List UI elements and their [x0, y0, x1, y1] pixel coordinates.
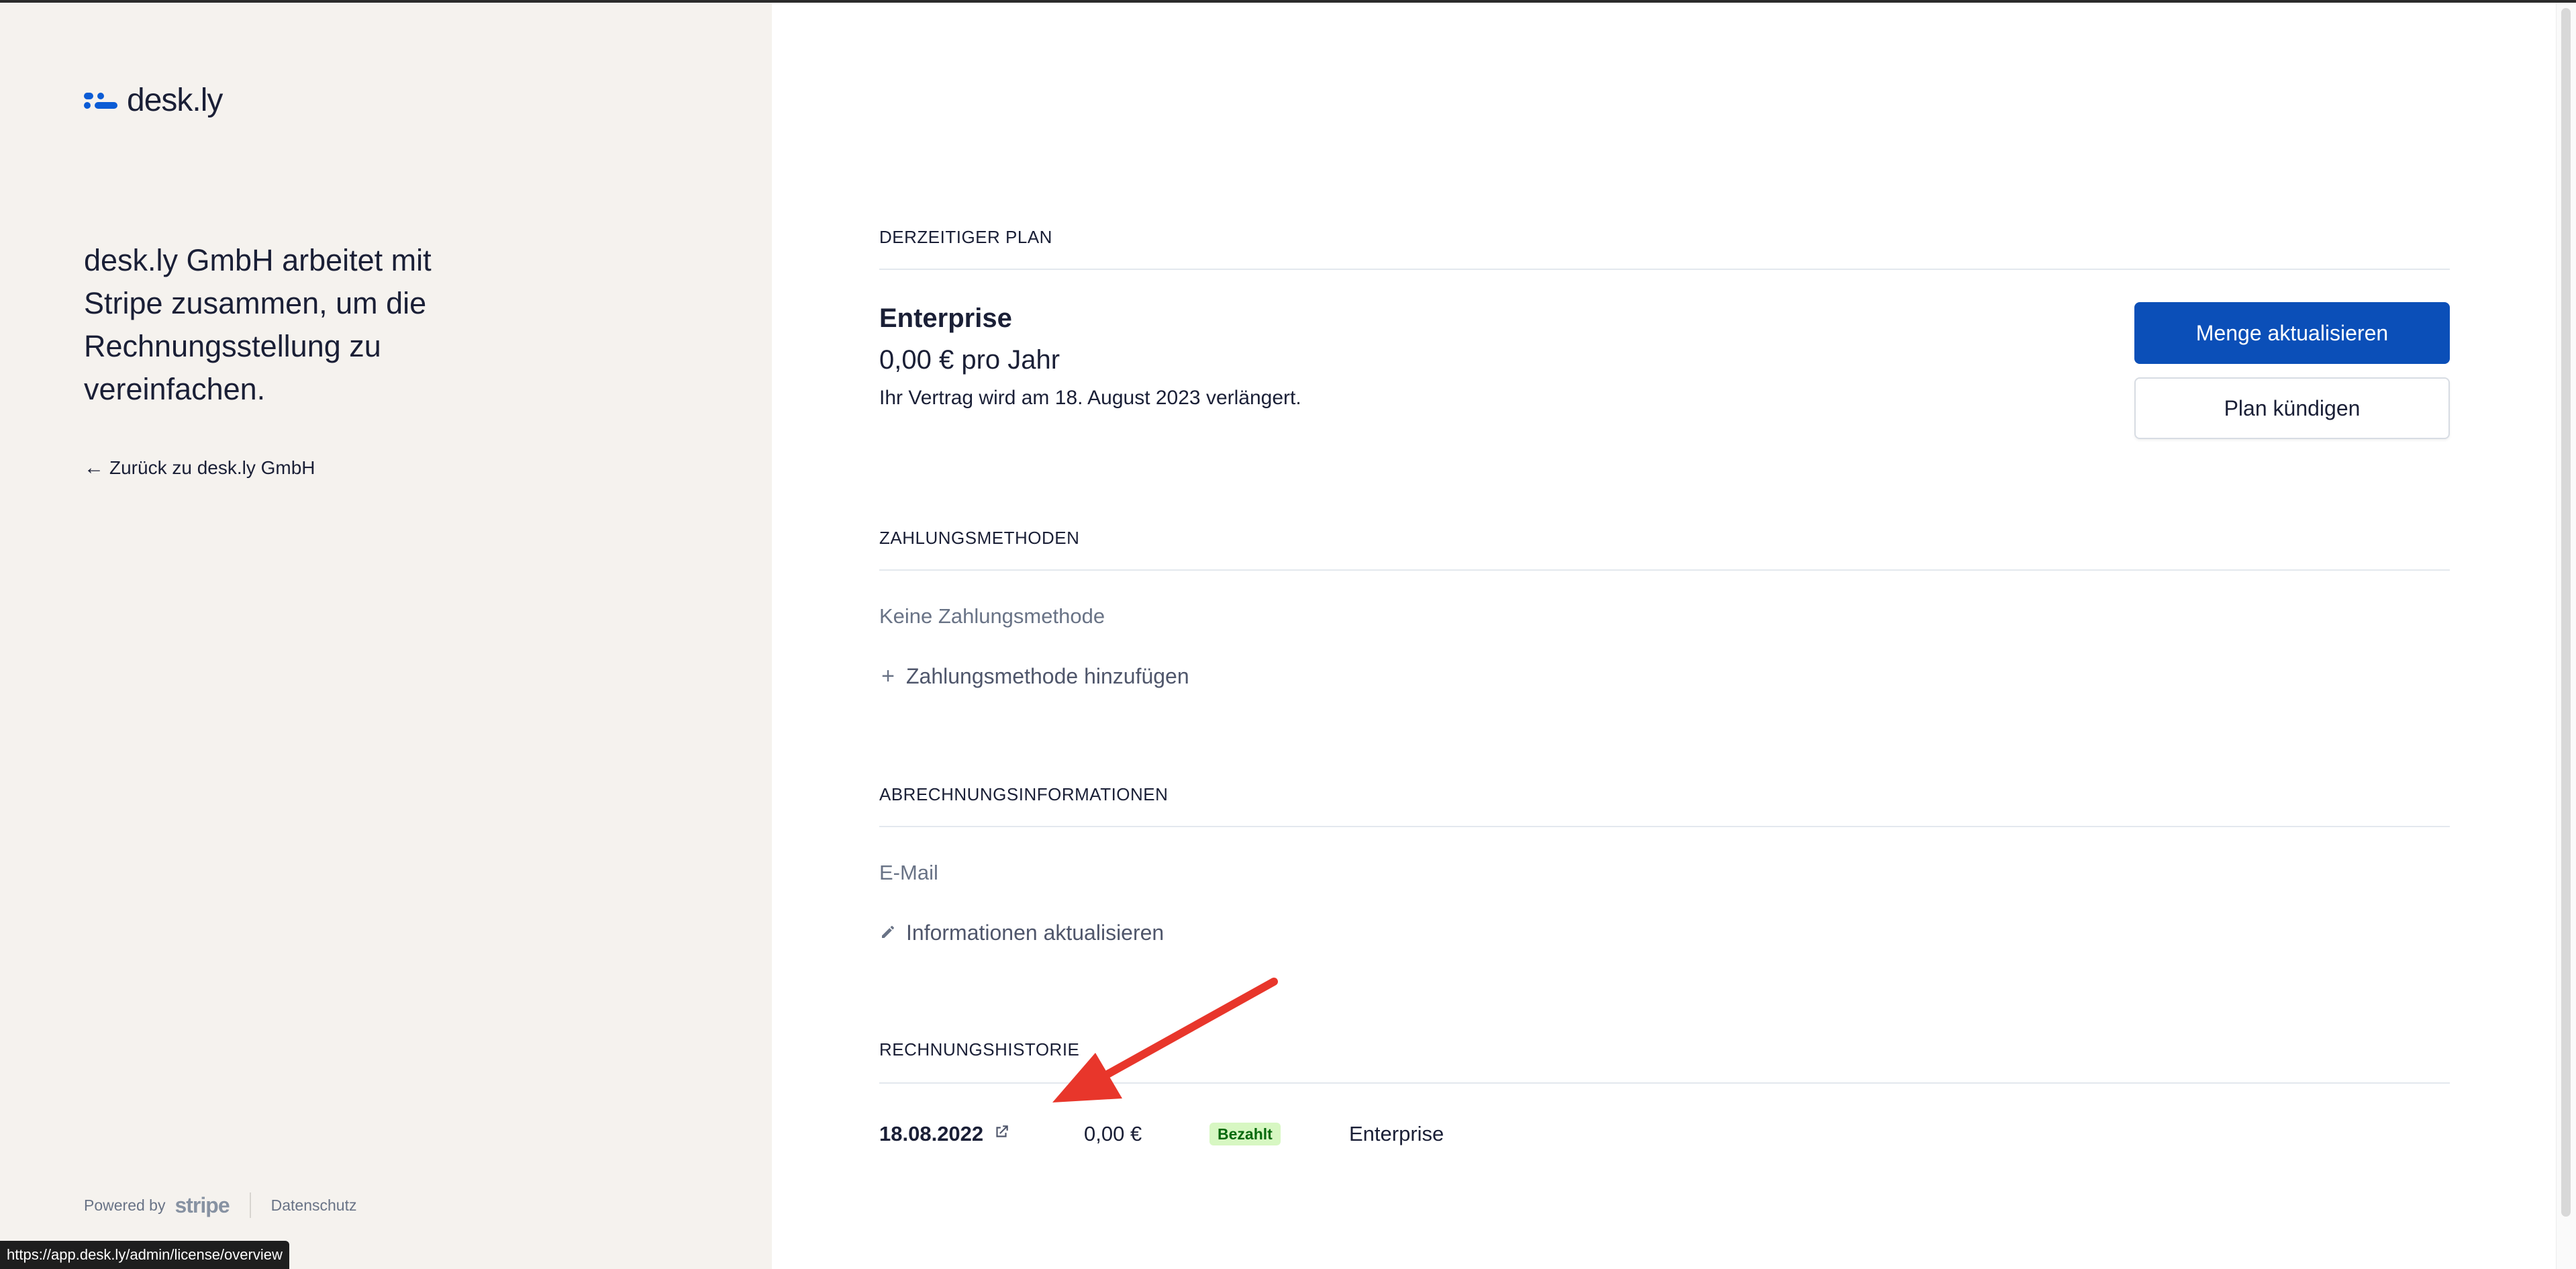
- arrow-left-icon: ←: [84, 457, 104, 479]
- update-billing-info-link[interactable]: Informationen aktualisieren: [879, 920, 1164, 946]
- payment-methods-heading: ZAHLUNGSMETHODEN: [879, 528, 1080, 548]
- current-plan-heading: DERZEITIGER PLAN: [879, 227, 1052, 247]
- pencil-icon: [879, 920, 897, 946]
- invoice-amount: 0,00 €: [1084, 1122, 1142, 1145]
- back-to-merchant-link[interactable]: ← Zurück zu desk.ly GmbH: [84, 457, 315, 479]
- stripe-partner-text: desk.ly GmbH arbeitet mit Stripe zusamme…: [84, 243, 432, 406]
- plan-renewal-text: Ihr Vertrag wird am 18. August 2023 verl…: [879, 387, 1301, 409]
- privacy-link[interactable]: Datenschutz: [271, 1196, 357, 1215]
- annotation-arrow: [1052, 978, 1278, 1102]
- plan-price: 0,00 € pro Jahr: [879, 345, 1060, 375]
- footer: Powered by stripe Datenschutz: [84, 1192, 356, 1218]
- cancel-plan-button[interactable]: Plan kündigen: [2134, 377, 2450, 439]
- scrollbar-thumb[interactable]: [2561, 8, 2571, 1217]
- desk-ly-logo-icon: [84, 90, 119, 111]
- invoice-plan: Enterprise: [1349, 1122, 1444, 1145]
- external-link-icon-svg: [996, 1125, 1008, 1137]
- no-payment-method-text: Keine Zahlungsmethode: [879, 604, 1105, 628]
- footer-divider: [249, 1192, 251, 1218]
- billing-info-heading: ABRECHNUNGSINFORMATIONEN: [879, 784, 1169, 804]
- powered-by-label: Powered by: [84, 1196, 166, 1214]
- brand[interactable]: desk.ly: [84, 82, 223, 119]
- scrollbar[interactable]: [2556, 3, 2576, 1269]
- plus-icon: +: [881, 663, 895, 689]
- add-payment-method-link[interactable]: + Zahlungsmethode hinzufügen: [879, 663, 1189, 690]
- divider: [879, 569, 2450, 571]
- add-payment-method-label: Zahlungsmethode hinzufügen: [906, 664, 1189, 688]
- pencil-icon-svg: [882, 926, 894, 938]
- update-quantity-button[interactable]: Menge aktualisieren: [2134, 302, 2450, 364]
- brand-name: desk.ly: [127, 83, 223, 118]
- invoice-row[interactable]: 18.08.2022 0,00 € Bezahlt Enterprise: [879, 1120, 1444, 1148]
- divider: [879, 826, 2450, 827]
- update-billing-info-label: Informationen aktualisieren: [906, 921, 1165, 945]
- status-badge: Bezahlt: [1209, 1123, 1281, 1145]
- email-label: E-Mail: [879, 861, 938, 884]
- stripe-logo: stripe: [175, 1192, 230, 1217]
- invoice-date: 18.08.2022: [879, 1122, 984, 1145]
- invoice-date-link[interactable]: 18.08.2022: [879, 1122, 1010, 1146]
- external-link-icon: [993, 1123, 1010, 1145]
- status-bar-url: https://app.desk.ly/admin/license/overvi…: [0, 1241, 289, 1269]
- powered-by-stripe-link[interactable]: Powered by stripe: [84, 1193, 230, 1218]
- back-link-label: Zurück zu desk.ly GmbH: [109, 457, 315, 478]
- plan-name: Enterprise: [879, 303, 1012, 333]
- left-panel: [0, 3, 772, 1269]
- divider: [879, 269, 2450, 270]
